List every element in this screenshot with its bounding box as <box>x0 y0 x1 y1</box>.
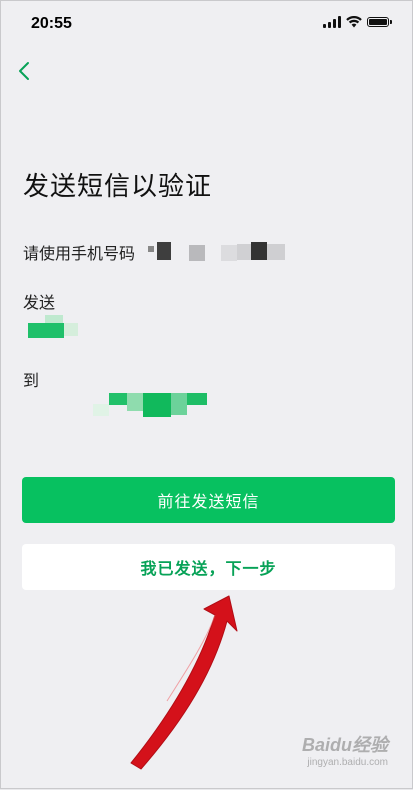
watermark-logo: Baidu经验 <box>301 735 388 755</box>
red-arrow-annotation <box>130 595 238 770</box>
watermark-url: jingyan.baidu.com <box>307 757 388 768</box>
phone-screen: 20:55 发送短信以验证 请使用手机号码 发送 到 前往发送短信 我已发送，下… <box>0 0 413 789</box>
baidu-watermark: Baidu经验 jingyan.baidu.com <box>302 731 388 768</box>
